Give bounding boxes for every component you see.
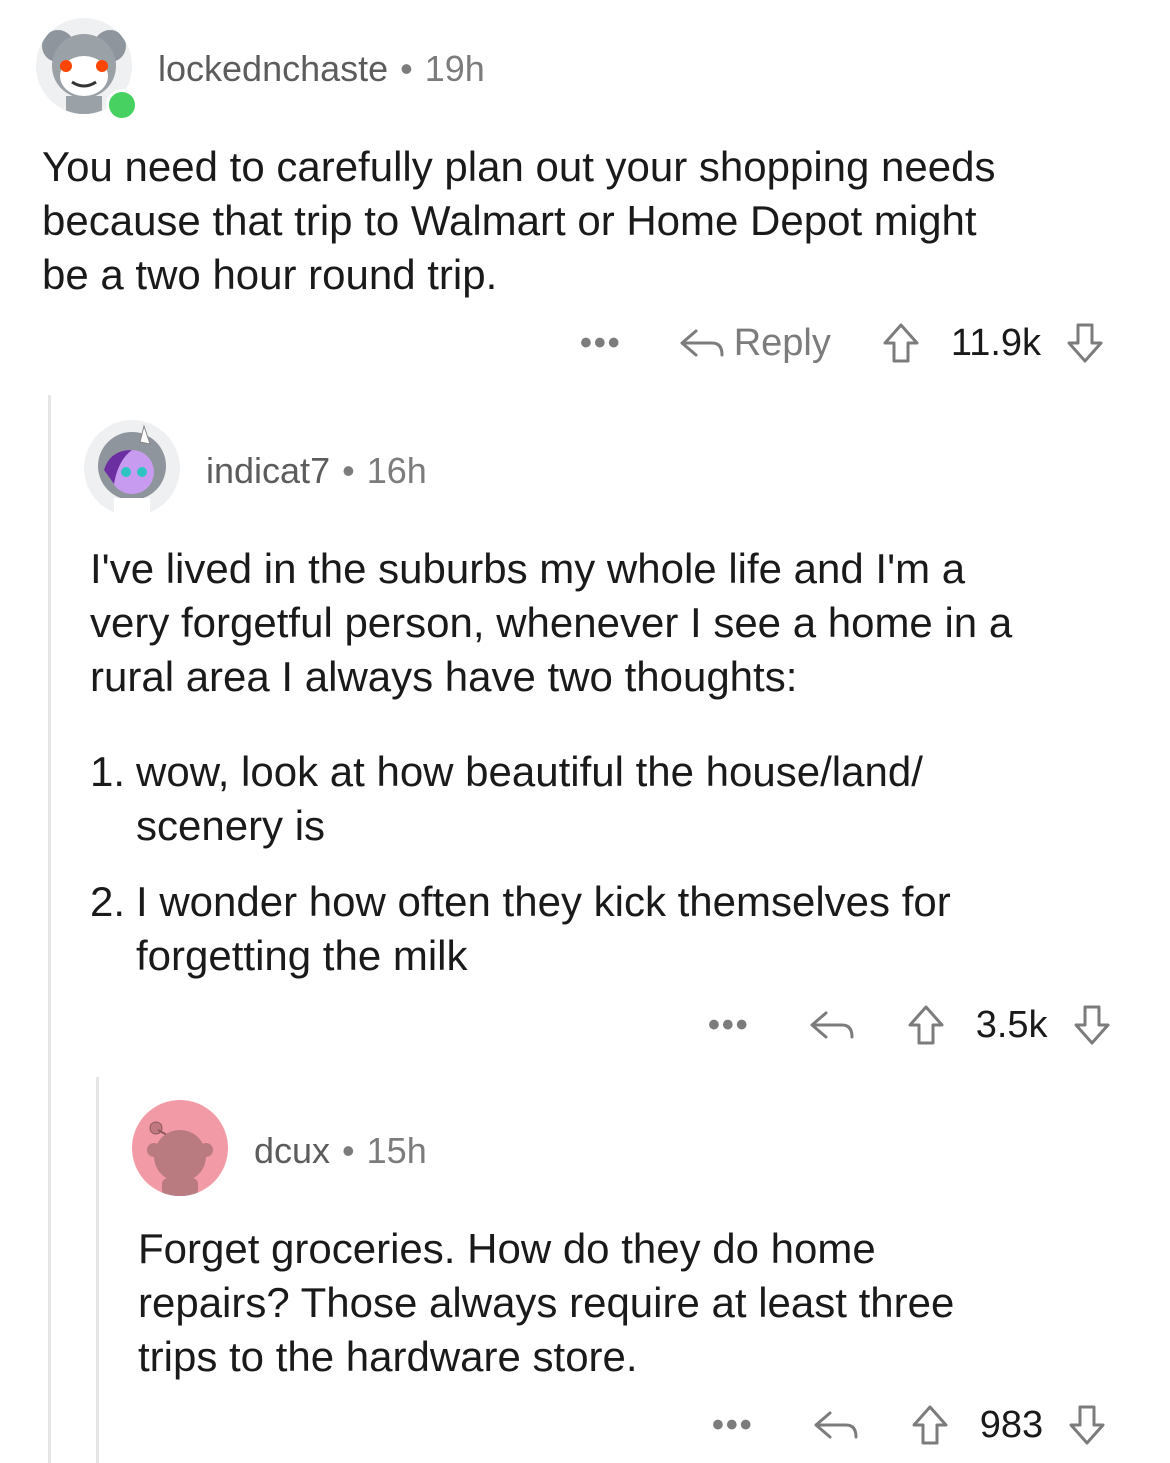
username[interactable]: dcux — [254, 1130, 330, 1171]
reply-arrow-icon[interactable] — [812, 1405, 860, 1445]
more-options-button[interactable]: ••• — [712, 1406, 754, 1445]
reply-arrow-icon — [680, 329, 724, 357]
vote-score: 983 — [979, 1403, 1044, 1446]
comment-actions: ••• Reply 11.9k — [580, 318, 1105, 368]
comment-line: rural area I always have two thoughts: — [90, 653, 798, 700]
downvote-arrow-icon[interactable] — [1067, 1403, 1107, 1447]
comment-line: You need to carefully plan out your shop… — [42, 143, 996, 190]
comment-line: trips to the hardware store. — [138, 1333, 638, 1380]
unicorn-avatar-icon — [98, 424, 166, 516]
avatar-indicat7[interactable] — [84, 420, 180, 516]
online-status-dot — [106, 89, 138, 121]
comment-meta: dcux • 15h — [254, 1130, 427, 1172]
comment-meta: indicat7 • 16h — [206, 450, 427, 492]
separator-dot: • — [342, 1130, 355, 1171]
comment-body: I've lived in the suburbs my whole life … — [90, 542, 1150, 704]
avatar-dcux[interactable] — [132, 1100, 228, 1196]
separator-dot: • — [400, 48, 413, 89]
comment-meta: lockednchaste • 19h — [158, 48, 485, 90]
username[interactable]: indicat7 — [206, 450, 330, 491]
list-number: 1. — [90, 748, 126, 795]
comment-actions: ••• 983 — [712, 1400, 1107, 1450]
username[interactable]: lockednchaste — [158, 48, 388, 89]
vote-score: 11.9k — [950, 321, 1042, 364]
list-line: forgetting the milk — [136, 932, 468, 979]
list-number: 2. — [90, 878, 126, 925]
comment-line: repairs? Those always require at least t… — [138, 1279, 955, 1326]
downvote-arrow-icon[interactable] — [1072, 1003, 1112, 1047]
more-options-button[interactable]: ••• — [580, 324, 622, 363]
comment-line: very forgetful person, whenever I see a … — [90, 599, 1013, 646]
upvote-arrow-icon[interactable] — [881, 321, 921, 365]
reply-arrow-icon[interactable] — [808, 1005, 856, 1045]
comment-age: 15h — [366, 1130, 427, 1171]
list-line: wow, look at how beautiful the house/lan… — [136, 748, 923, 795]
reply-label: Reply — [733, 321, 831, 364]
comment-age: 16h — [366, 450, 427, 491]
thread-line-level-1[interactable] — [48, 395, 51, 1463]
comment-body: You need to carefully plan out your shop… — [42, 140, 1142, 302]
comment-body: Forget groceries. How do they do home re… — [138, 1222, 1148, 1384]
comment-line: I've lived in the suburbs my whole life … — [90, 545, 966, 592]
list-text: I wonder how often they kick themselves … — [136, 875, 951, 983]
comment-age: 19h — [424, 48, 485, 89]
separator-dot: • — [342, 450, 355, 491]
list-line: I wonder how often they kick themselves … — [136, 878, 951, 925]
vote-score: 3.5k — [975, 1003, 1048, 1046]
upvote-arrow-icon[interactable] — [906, 1003, 946, 1047]
list-line: scenery is — [136, 802, 326, 849]
more-options-button[interactable]: ••• — [708, 1006, 750, 1045]
comment-line: be a two hour round trip. — [42, 251, 498, 298]
comment-line: Forget groceries. How do they do home — [138, 1225, 876, 1272]
list-item: 1. wow, look at how beautiful the house/… — [90, 745, 1090, 855]
reply-button[interactable]: Reply — [678, 322, 831, 365]
upvote-arrow-icon[interactable] — [910, 1403, 950, 1447]
snoo-avatar-icon — [147, 1121, 213, 1196]
comment-actions: ••• 3.5k — [708, 1000, 1112, 1050]
comment-line: because that trip to Walmart or Home Dep… — [42, 197, 977, 244]
list-item: 2. I wonder how often they kick themselv… — [90, 875, 1090, 985]
list-text: wow, look at how beautiful the house/lan… — [136, 745, 923, 853]
downvote-arrow-icon[interactable] — [1065, 321, 1105, 365]
thread-line-level-2[interactable] — [96, 1077, 99, 1463]
